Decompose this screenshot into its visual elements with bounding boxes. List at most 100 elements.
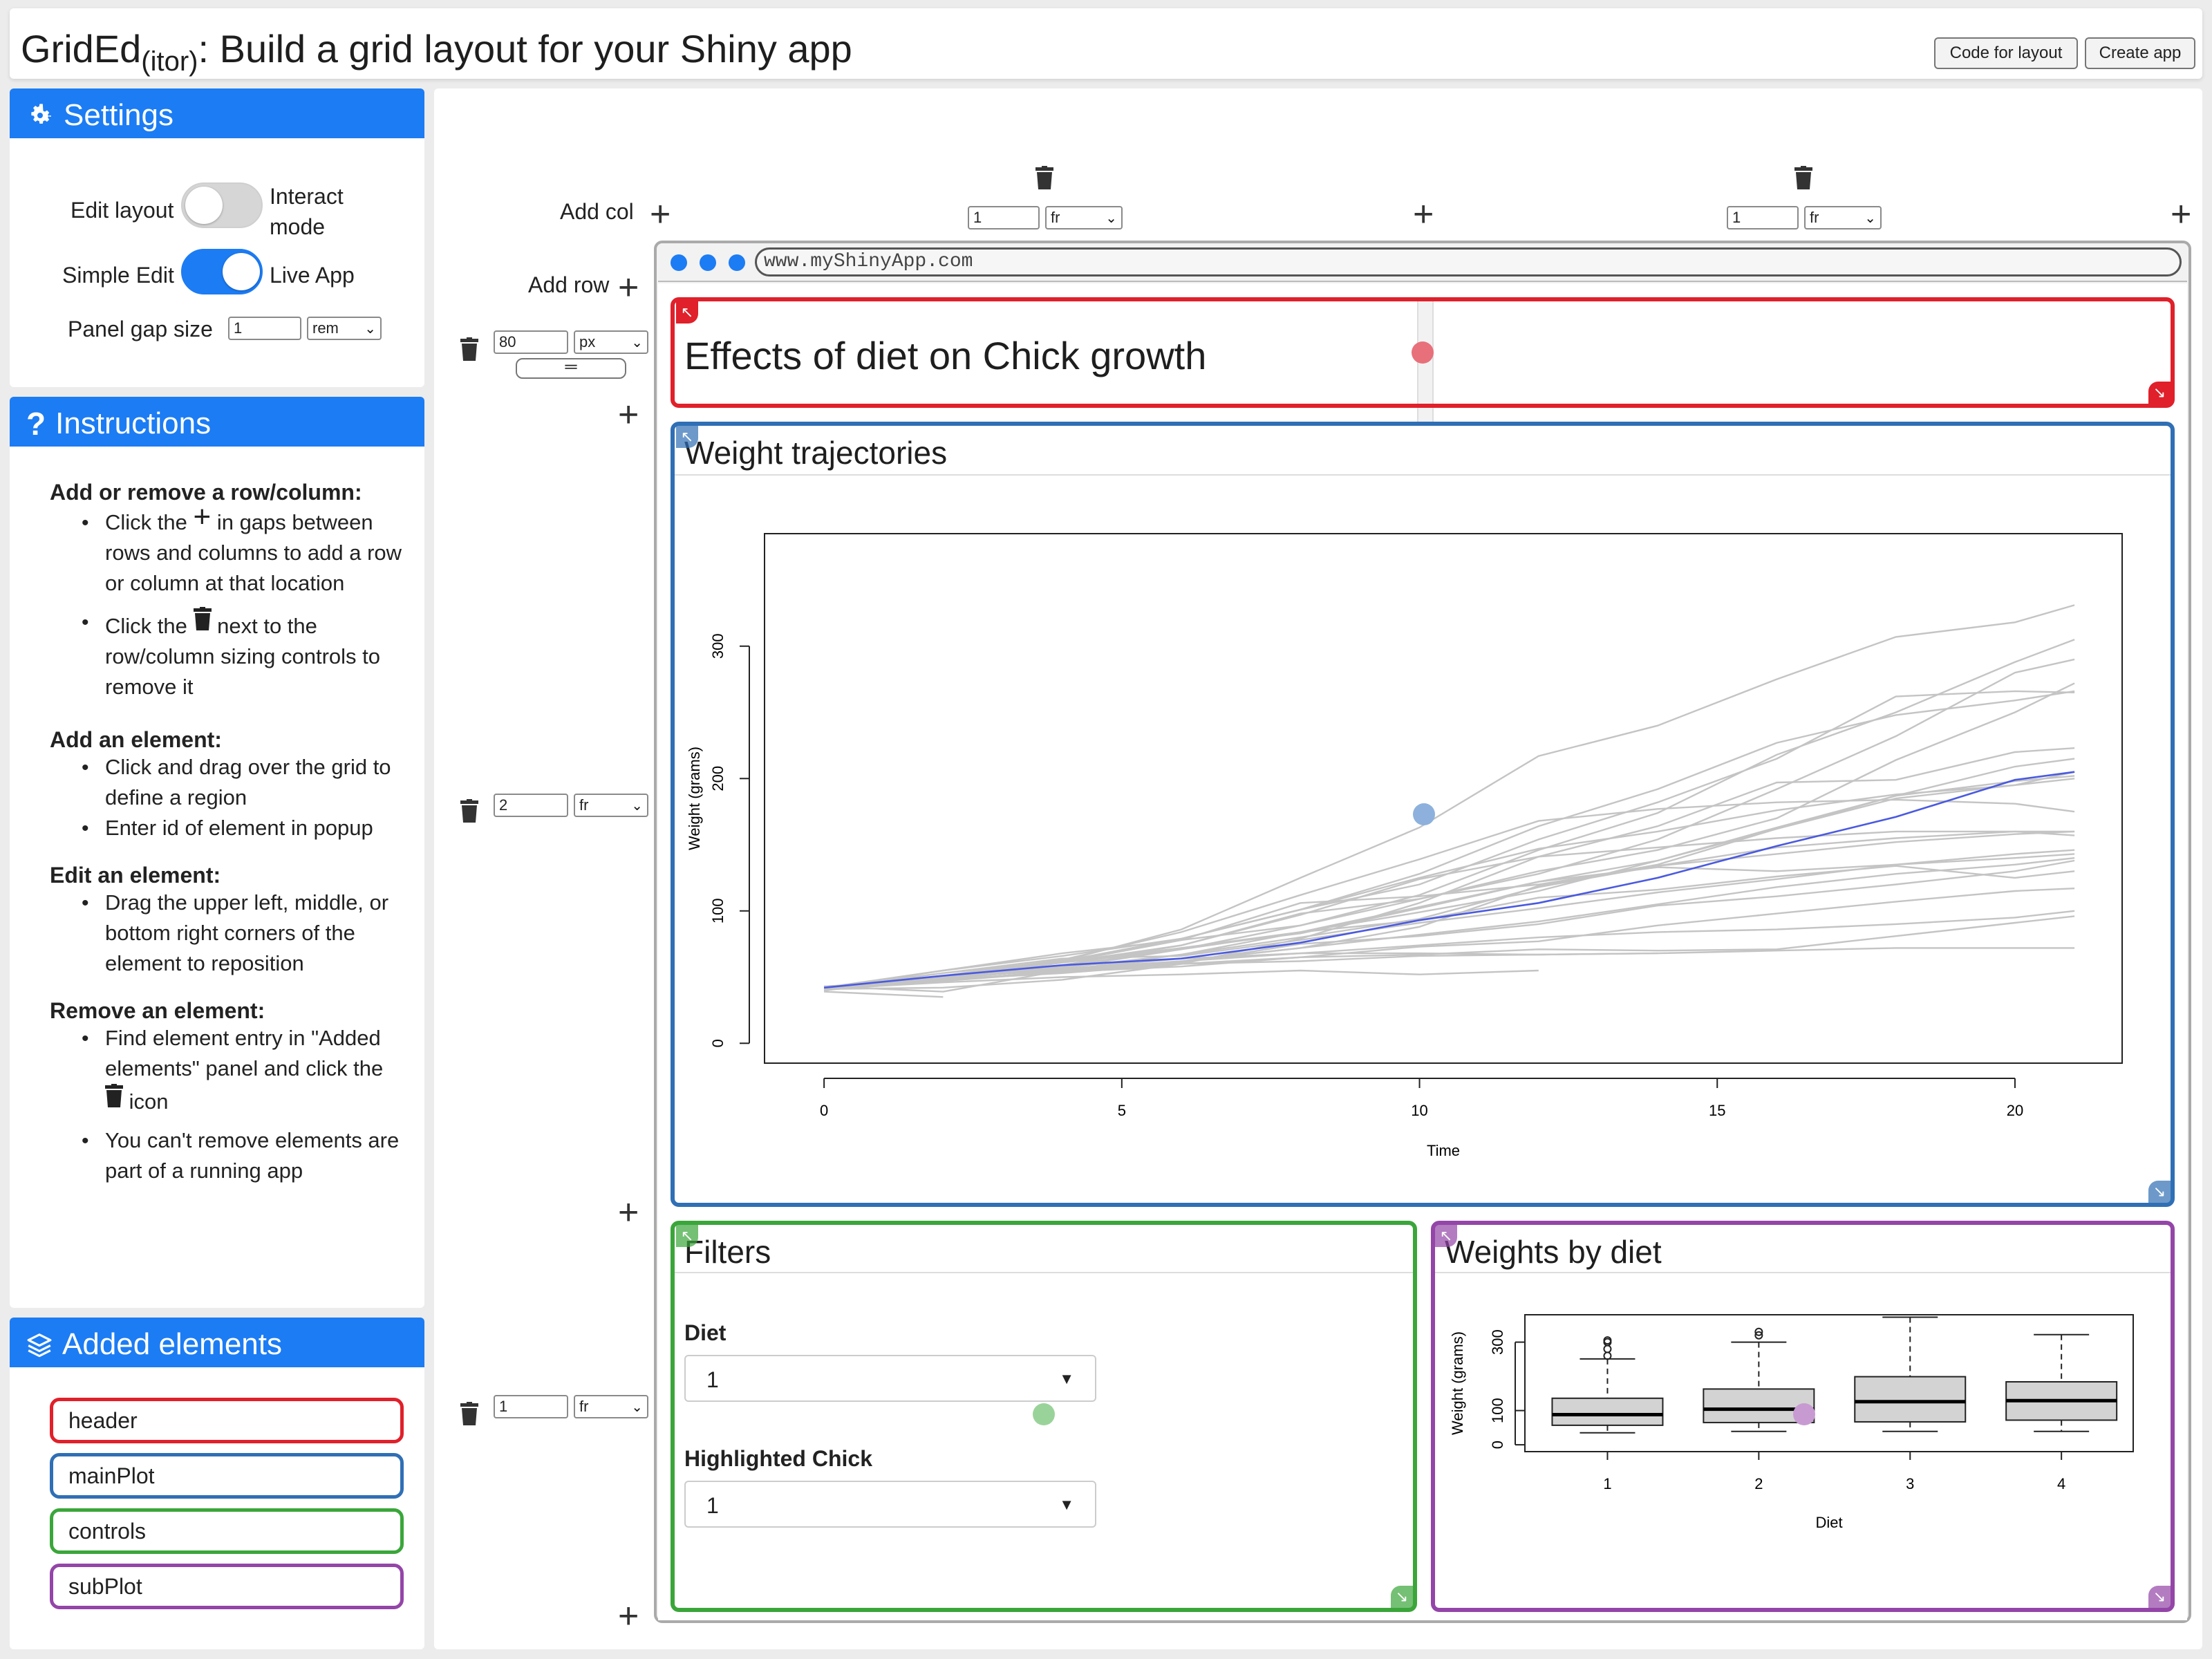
instructions-item: Click the + in gaps between rows and col… bbox=[105, 500, 402, 596]
row-1-size-input[interactable] bbox=[494, 330, 568, 354]
y-tick-label: 300 bbox=[709, 633, 727, 659]
add-row-plus-icon[interactable]: + bbox=[618, 397, 639, 433]
edit-layout-toggle[interactable] bbox=[181, 182, 263, 228]
trash-icon bbox=[193, 607, 212, 630]
delete-col-2-trash-icon[interactable] bbox=[1794, 166, 1812, 189]
x-tick-label: 1 bbox=[1603, 1475, 1611, 1492]
weights-by-diet-chart: 1 2 3 4 0 100 300 Diet Weight (grams) bbox=[1449, 1314, 2134, 1531]
add-col-plus-icon[interactable]: + bbox=[2171, 196, 2191, 232]
mainplot-move-handle-icon[interactable] bbox=[1413, 803, 1435, 825]
add-row-label: Add row bbox=[528, 272, 610, 297]
col-2-unit-select[interactable]: fr ⌄ bbox=[1804, 206, 1882, 229]
x-tick-label: 0 bbox=[820, 1102, 828, 1119]
add-col-plus-icon[interactable]: + bbox=[650, 196, 671, 232]
highlighted-chick-label: Highlighted Chick bbox=[684, 1446, 872, 1471]
row-1-unit-select[interactable]: px ⌄ bbox=[574, 330, 648, 354]
highlighted-chick-select[interactable]: 1 ▼ bbox=[684, 1481, 1096, 1528]
add-row-plus-icon[interactable]: + bbox=[618, 1194, 639, 1230]
mainplot-resize-bottomright-icon[interactable]: ↘ bbox=[2148, 1181, 2171, 1203]
subplot-resize-bottomright-icon[interactable]: ↘ bbox=[2148, 1586, 2171, 1608]
add-col-label: Add col bbox=[560, 199, 634, 224]
element-entry-mainplot[interactable]: mainPlot bbox=[50, 1453, 404, 1499]
delete-col-1-trash-icon[interactable] bbox=[1035, 166, 1053, 189]
delete-row-3-trash-icon[interactable] bbox=[460, 1402, 478, 1425]
caret-down-icon: ▼ bbox=[1059, 1370, 1074, 1387]
title-bar: GridEd(itor): Build a grid layout for yo… bbox=[10, 8, 2202, 79]
y-tick-label: 100 bbox=[1489, 1398, 1506, 1423]
instructions-item: Click the next to the row/column sizing … bbox=[105, 607, 416, 702]
x-axis-label: Time bbox=[1427, 1142, 1460, 1159]
mainplot-resize-topleft-icon[interactable]: ↖ bbox=[676, 426, 698, 448]
subplot-panel-title: Weights by diet bbox=[1445, 1234, 1662, 1270]
element-entry-subplot[interactable]: subPlot bbox=[50, 1564, 404, 1609]
browser-dot-icon bbox=[700, 254, 716, 271]
y-axis-label: Weight (grams) bbox=[686, 747, 703, 850]
y-tick-label: 100 bbox=[709, 898, 727, 924]
row-2-size-input[interactable] bbox=[494, 794, 568, 817]
x-tick-label: 20 bbox=[2007, 1102, 2023, 1119]
row-3-size-input[interactable] bbox=[494, 1395, 568, 1418]
diet-label: Diet bbox=[684, 1320, 727, 1345]
chevron-down-icon: ⌄ bbox=[364, 321, 376, 337]
x-axis-label: Diet bbox=[1815, 1514, 1842, 1531]
subplot-resize-topleft-icon[interactable]: ↖ bbox=[1435, 1225, 1457, 1247]
subplot-move-handle-icon[interactable] bbox=[1793, 1403, 1815, 1425]
added-elements-card: Added elements header mainPlot controls … bbox=[10, 1318, 424, 1649]
settings-card: Settings Edit layout Interact mode Simpl… bbox=[10, 88, 424, 387]
row-2-unit-select[interactable]: fr ⌄ bbox=[574, 794, 648, 817]
series-line bbox=[823, 690, 2075, 990]
header-resize-bottomright-icon[interactable]: ↘ bbox=[2148, 382, 2171, 404]
col-1-size-input[interactable] bbox=[968, 206, 1040, 229]
edit-layout-label: Edit layout bbox=[71, 198, 174, 223]
layers-icon bbox=[27, 1333, 52, 1358]
series-line bbox=[823, 690, 2075, 990]
instructions-title: Instructions bbox=[55, 406, 212, 440]
instructions-heading-remove: Remove an element: bbox=[50, 998, 265, 1023]
browser-dot-icon bbox=[729, 254, 745, 271]
panel-gap-unit-select[interactable]: rem ⌄ bbox=[307, 317, 382, 340]
app-title: GridEd(itor): Build a grid layout for yo… bbox=[21, 27, 852, 77]
series-line bbox=[824, 910, 2075, 990]
plus-icon: + bbox=[193, 500, 212, 534]
instructions-item: Click and drag over the grid to define a… bbox=[105, 755, 391, 809]
row-3-unit-select[interactable]: fr ⌄ bbox=[574, 1395, 648, 1418]
add-col-plus-icon[interactable]: + bbox=[1413, 196, 1434, 232]
simple-edit-toggle[interactable] bbox=[181, 249, 263, 294]
controls-resize-bottomright-icon[interactable]: ↘ bbox=[1391, 1586, 1413, 1608]
box-outlier bbox=[1603, 1344, 1612, 1353]
add-row-plus-icon[interactable]: + bbox=[618, 1598, 639, 1634]
delete-row-2-trash-icon[interactable] bbox=[460, 799, 478, 823]
element-entry-controls[interactable]: controls bbox=[50, 1508, 404, 1554]
diet-select[interactable]: 1 ▼ bbox=[684, 1355, 1096, 1402]
header-move-handle-icon[interactable] bbox=[1412, 341, 1434, 364]
instructions-item: You can't remove elements are part of a … bbox=[105, 1128, 400, 1183]
trash-icon bbox=[105, 1084, 123, 1107]
header-panel-title: Effects of diet on Chick growth bbox=[684, 334, 1207, 377]
series-line bbox=[824, 658, 2075, 988]
row-resize-handle[interactable]: ═ bbox=[516, 358, 626, 379]
added-elements-header: Added elements bbox=[10, 1318, 424, 1367]
controls-move-handle-icon[interactable] bbox=[1033, 1403, 1055, 1425]
instructions-header: ? Instructions bbox=[10, 397, 424, 447]
x-tick-label: 3 bbox=[1906, 1475, 1914, 1492]
url-bar: www.myShinyApp.com bbox=[755, 247, 2182, 276]
delete-row-1-trash-icon[interactable] bbox=[460, 337, 478, 361]
code-for-layout-button[interactable]: Code for layout bbox=[1934, 37, 2078, 69]
y-tick-label: 0 bbox=[1489, 1441, 1506, 1449]
controls-resize-topleft-icon[interactable]: ↖ bbox=[676, 1225, 698, 1247]
create-app-button[interactable]: Create app bbox=[2085, 37, 2195, 69]
y-tick-label: 200 bbox=[709, 766, 727, 791]
col-2-size-input[interactable] bbox=[1727, 206, 1799, 229]
add-row-plus-icon[interactable]: + bbox=[618, 270, 639, 306]
instructions-card: ? Instructions Add or remove a row/colum… bbox=[10, 397, 424, 1308]
plot-frame bbox=[764, 533, 2123, 1064]
element-entry-header[interactable]: header bbox=[50, 1398, 404, 1443]
gear-icon bbox=[31, 104, 51, 124]
col-1-unit-select[interactable]: fr ⌄ bbox=[1045, 206, 1123, 229]
x-tick-label: 2 bbox=[1754, 1475, 1763, 1492]
browser-toolbar: www.myShinyApp.com bbox=[658, 243, 2187, 282]
box bbox=[1854, 1376, 1967, 1423]
panel-gap-label: Panel gap size bbox=[68, 317, 213, 341]
panel-gap-input[interactable] bbox=[228, 317, 301, 340]
header-resize-topleft-icon[interactable]: ↖ bbox=[676, 301, 698, 324]
